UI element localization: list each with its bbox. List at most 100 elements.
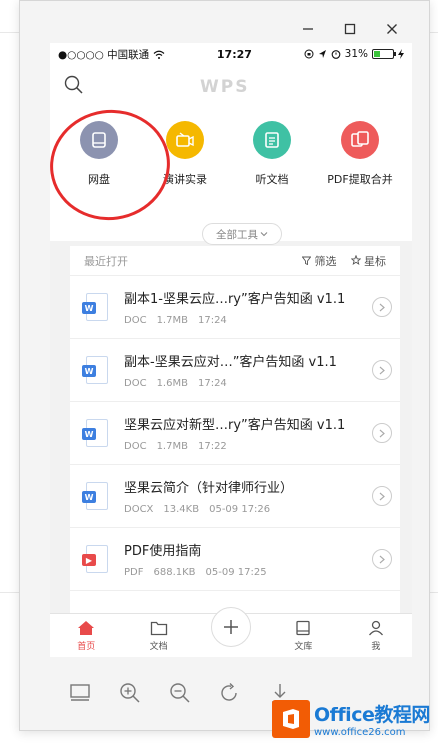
- file-row[interactable]: W 坚果云简介（针对律师行业） DOCX 13.4KB 05-09 17:26: [70, 465, 400, 528]
- file-detail-button[interactable]: [372, 549, 392, 569]
- office-logo-icon: [272, 700, 310, 738]
- backdrop-divider: [0, 32, 20, 33]
- tool-3-circle: [341, 121, 379, 159]
- new-document-button[interactable]: [211, 606, 252, 647]
- recent-files-panel: 最近打开 筛选 星标 W 副本1-坚果云应…ry”客户告知函 v1.1 DOC …: [70, 246, 400, 626]
- app-window: ●○○○○ 中国联通 17:27 31% WPS 网盘 演讲实录 听文档 PDF…: [19, 0, 430, 731]
- file-detail-button[interactable]: [372, 486, 392, 506]
- file-row[interactable]: ▶ PDF使用指南 PDF 688.1KB 05-09 17:25: [70, 528, 400, 591]
- file-type: PDF: [124, 567, 144, 578]
- star-label: 星标: [364, 254, 386, 268]
- search-icon: [64, 75, 83, 94]
- zoom-out-icon: [170, 683, 190, 703]
- clock: 17:27: [216, 47, 252, 61]
- minimize-icon: [303, 28, 313, 30]
- file-name: 坚果云应对新型…ry”客户告知函 v1.1: [124, 418, 346, 433]
- pdf-merge-icon: [351, 131, 369, 147]
- maximize-icon: [344, 23, 356, 35]
- battery-level: [373, 51, 380, 57]
- emulator-toolbar: [68, 681, 292, 705]
- file-type-tag: W: [82, 365, 96, 377]
- file-row[interactable]: W 副本1-坚果云应…ry”客户告知函 v1.1 DOC 1.7MB 17:24: [70, 276, 400, 339]
- tool-label: 听文档: [255, 173, 289, 186]
- star-button[interactable]: 星标: [350, 253, 386, 269]
- carrier-label: ●○○○○ 中国联通: [58, 48, 150, 61]
- file-name: 副本1-坚果云应…ry”客户告知函 v1.1: [124, 292, 346, 307]
- word-file-icon: W: [82, 356, 108, 384]
- all-tools-label: 全部工具: [216, 228, 258, 241]
- file-time: 05-09 17:25: [205, 567, 267, 578]
- chevron-right-icon: [379, 492, 385, 500]
- tool-label: PDF提取合并: [327, 173, 393, 186]
- all-tools-button[interactable]: 全部工具: [202, 223, 282, 245]
- battery-icon: [371, 49, 396, 59]
- tab-me-label: 我: [371, 641, 381, 652]
- file-time: 17:24: [197, 378, 227, 389]
- phone-screen: ●○○○○ 中国联通 17:27 31% WPS 网盘 演讲实录 听文档 PDF…: [50, 43, 412, 657]
- zoom-out-button[interactable]: [168, 681, 192, 705]
- word-file-icon: W: [82, 419, 108, 447]
- filter-button[interactable]: 筛选: [301, 253, 337, 269]
- file-meta: DOC 1.7MB 17:22: [124, 441, 372, 452]
- rotate-icon: [221, 683, 237, 701]
- user-icon: [368, 620, 383, 635]
- file-type: DOC: [124, 441, 147, 452]
- rotation-lock-icon: [304, 49, 314, 59]
- file-size: 1.7MB: [156, 315, 188, 326]
- tab-docs[interactable]: 文档: [122, 614, 194, 657]
- library-icon: [296, 620, 311, 635]
- backdrop-divider: [0, 592, 20, 593]
- pdf-file-icon: ▶: [82, 545, 108, 573]
- tab-library[interactable]: 文库: [267, 614, 339, 657]
- alarm-icon: [331, 50, 340, 59]
- file-detail-button[interactable]: [372, 423, 392, 443]
- file-type-tag: W: [82, 302, 96, 314]
- file-name: 坚果云简介（针对律师行业）: [124, 481, 294, 496]
- chevron-right-icon: [379, 555, 385, 563]
- tab-home-label: 首页: [77, 641, 96, 652]
- charging-icon: [397, 49, 404, 59]
- maximize-button[interactable]: [329, 18, 371, 40]
- recent-title: 最近打开: [84, 254, 128, 268]
- recent-header: 最近打开 筛选 星标: [70, 246, 400, 276]
- rotate-button[interactable]: [218, 681, 242, 705]
- file-list: W 副本1-坚果云应…ry”客户告知函 v1.1 DOC 1.7MB 17:24 W…: [70, 276, 400, 591]
- status-bar: ●○○○○ 中国联通 17:27 31%: [50, 43, 412, 65]
- file-detail-button[interactable]: [372, 297, 392, 317]
- file-size: 688.1KB: [153, 567, 196, 578]
- filter-icon: [301, 256, 312, 265]
- layout-icon: [70, 684, 90, 701]
- tool-listen-doc[interactable]: 听文档: [227, 121, 317, 187]
- close-icon: [387, 24, 397, 34]
- chevron-right-icon: [379, 366, 385, 374]
- file-meta: DOCX 13.4KB 05-09 17:26: [124, 504, 372, 515]
- office-logo-glyph: [283, 709, 299, 729]
- tab-me[interactable]: 我: [340, 614, 412, 657]
- minimize-button[interactable]: [287, 18, 329, 40]
- chevron-right-icon: [379, 429, 385, 437]
- tab-new[interactable]: [195, 606, 267, 657]
- chevron-right-icon: [379, 303, 385, 311]
- search-button[interactable]: [64, 75, 84, 99]
- star-icon: [350, 254, 361, 265]
- home-icon: [78, 620, 95, 635]
- file-detail-button[interactable]: [372, 360, 392, 380]
- file-row[interactable]: W 副本-坚果云应对…”客户告知函 v1.1 DOC 1.6MB 17:24: [70, 339, 400, 402]
- file-time: 17:24: [197, 315, 227, 326]
- file-size: 1.7MB: [156, 441, 188, 452]
- layout-button[interactable]: [68, 681, 92, 705]
- wps-logo: WPS: [200, 77, 250, 97]
- tool-pdf-merge[interactable]: PDF提取合并: [315, 121, 405, 187]
- zoom-in-button[interactable]: [118, 681, 142, 705]
- file-type-tag: W: [82, 428, 96, 440]
- file-type-tag: W: [82, 491, 96, 503]
- brand-url: www.office26.com: [314, 727, 406, 738]
- file-name: PDF使用指南: [124, 544, 202, 559]
- file-time: 05-09 17:26: [209, 504, 271, 515]
- brand-title: Office教程网: [314, 704, 430, 726]
- file-row[interactable]: W 坚果云应对新型…ry”客户告知函 v1.1 DOC 1.7MB 17:22: [70, 402, 400, 465]
- close-button[interactable]: [371, 18, 413, 40]
- tab-home[interactable]: 首页: [50, 614, 122, 657]
- chevron-down-icon: [260, 232, 268, 237]
- tool-1-circle: [166, 121, 204, 159]
